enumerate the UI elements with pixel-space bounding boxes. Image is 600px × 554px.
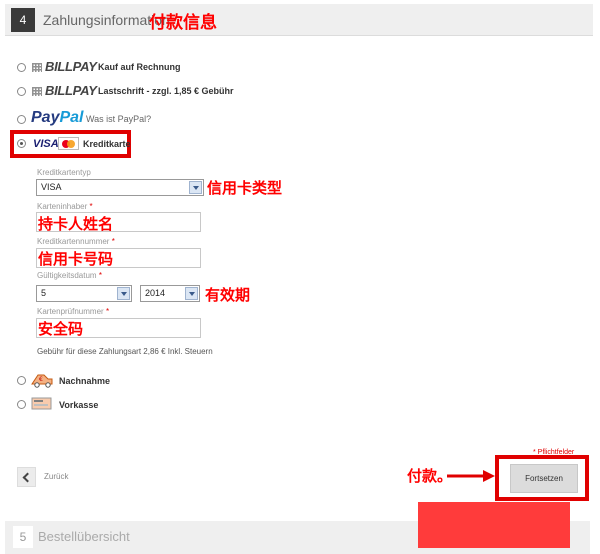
paypal-logo-b: Pal bbox=[59, 109, 84, 126]
annotation-card-number: 信用卡号码 bbox=[38, 250, 114, 268]
option-label-vorkasse: Vorkasse bbox=[59, 400, 99, 410]
chevron-down-icon[interactable] bbox=[185, 287, 198, 300]
label-card-number: Kreditkartennummer * bbox=[37, 237, 115, 246]
label-cvc: Kartenprüfnummer * bbox=[37, 307, 109, 316]
expiry-month-value: 5 bbox=[41, 288, 47, 298]
continue-button[interactable]: Fortsetzen bbox=[510, 464, 578, 493]
option-label-lastschrift: Lastschrift - zzgl. 1,85 € Gebühr bbox=[98, 86, 234, 96]
label-cvc-text: Kartenprüfnummer bbox=[37, 307, 104, 316]
redaction-box bbox=[418, 502, 570, 548]
radio-billpay-rechnung[interactable] bbox=[17, 63, 26, 72]
billpay-grid-icon bbox=[32, 87, 42, 96]
prepayment-icon bbox=[30, 395, 54, 415]
radio-vorkasse[interactable] bbox=[17, 400, 26, 409]
option-label-nachnahme: Nachnahme bbox=[59, 376, 111, 386]
section-title: Bestellübersicht bbox=[38, 529, 130, 544]
step-number: 5 bbox=[13, 526, 33, 548]
billpay-logo: BILLPAY bbox=[32, 83, 97, 98]
expiry-month-select[interactable]: 5 bbox=[36, 285, 132, 302]
back-link[interactable]: Zurück bbox=[44, 472, 68, 481]
expiry-year-value: 2014 bbox=[145, 288, 166, 298]
billpay-logo-text: BILLPAY bbox=[45, 83, 97, 98]
required-mark: * bbox=[89, 202, 93, 211]
card-type-select[interactable]: VISA bbox=[36, 179, 204, 196]
annotation-cvc: 安全码 bbox=[38, 320, 84, 338]
radio-creditcard[interactable] bbox=[17, 139, 26, 148]
billpay-logo-text: BILLPAY bbox=[45, 59, 97, 74]
option-label-creditcard: Kreditkarte bbox=[83, 139, 131, 149]
radio-nachnahme[interactable] bbox=[17, 376, 26, 385]
billpay-grid-icon bbox=[32, 63, 42, 72]
label-card-holder: Karteninhaber * bbox=[37, 202, 93, 211]
option-label-rechnung: Kauf auf Rechnung bbox=[98, 62, 181, 72]
chevron-down-icon[interactable] bbox=[117, 287, 130, 300]
annotation-pay: 付款。 bbox=[407, 467, 453, 485]
step-number: 4 bbox=[11, 8, 35, 32]
label-card-type: Kreditkartentyp bbox=[37, 168, 91, 177]
billpay-logo: BILLPAY bbox=[32, 59, 97, 74]
annotation-card-type: 信用卡类型 bbox=[207, 179, 283, 197]
annotation-card-holder: 持卡人姓名 bbox=[38, 215, 114, 233]
back-button[interactable] bbox=[17, 467, 36, 487]
paypal-info-link[interactable]: Was ist PayPal? bbox=[86, 114, 151, 124]
annotation-expiry: 有效期 bbox=[205, 286, 251, 304]
required-mark: * bbox=[105, 307, 110, 316]
label-expiry: Gültigkeitsdatum * bbox=[37, 271, 102, 280]
cash-on-delivery-icon: € bbox=[30, 371, 54, 391]
mastercard-icon bbox=[58, 137, 79, 150]
required-mark: * bbox=[98, 271, 102, 280]
radio-billpay-lastschrift[interactable] bbox=[17, 87, 26, 96]
fee-note: Gebühr für diese Zahlungsart 2,86 € Inkl… bbox=[37, 347, 213, 356]
svg-text:€: € bbox=[39, 376, 43, 383]
paypal-logo-a: Pay bbox=[31, 109, 60, 126]
label-card-type-text: Kreditkartentyp bbox=[37, 168, 91, 177]
card-type-value: VISA bbox=[41, 182, 62, 192]
required-mark: * bbox=[111, 237, 115, 246]
annotation-payment-info: 付款信息 bbox=[149, 13, 217, 33]
paypal-logo: PayPal bbox=[31, 109, 83, 127]
label-expiry-text: Gültigkeitsdatum bbox=[37, 271, 97, 280]
arrow-right-icon bbox=[447, 470, 495, 485]
chevron-down-icon[interactable] bbox=[189, 181, 202, 194]
visa-logo: VISA bbox=[33, 138, 59, 150]
section-header-payment: 4 Zahlungsinformation 付款信息 bbox=[5, 4, 593, 36]
radio-paypal[interactable] bbox=[17, 115, 26, 124]
expiry-year-select[interactable]: 2014 bbox=[140, 285, 200, 302]
label-card-holder-text: Karteninhaber bbox=[37, 202, 88, 211]
label-card-number-text: Kreditkartennummer bbox=[37, 237, 110, 246]
